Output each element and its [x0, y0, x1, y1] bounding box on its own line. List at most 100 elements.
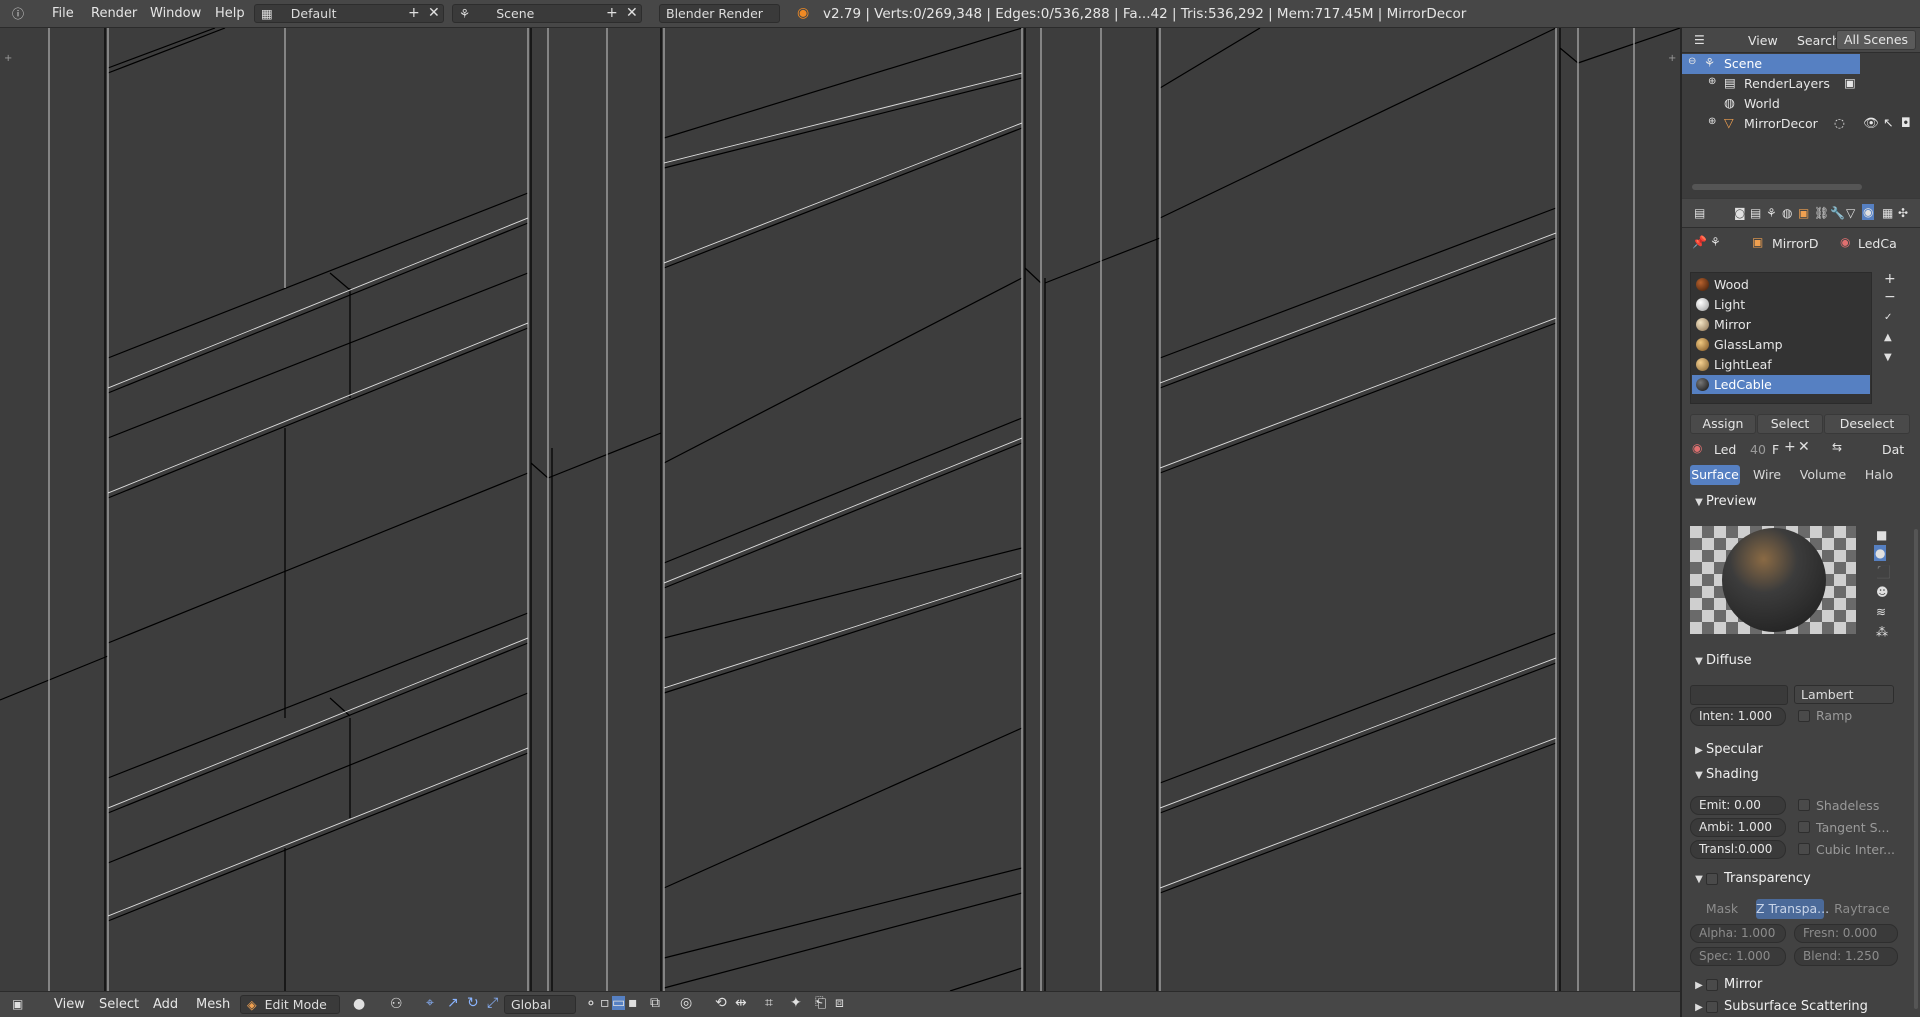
viewport-shading-icon[interactable]: ●	[353, 997, 365, 1011]
properties-scrollbar[interactable]	[1914, 529, 1918, 1009]
orientation-selector[interactable]: Global	[504, 995, 576, 1014]
outliner-display-filter[interactable]: All Scenes	[1836, 30, 1916, 50]
panel-mirror-header[interactable]: ▶ Mirror	[1682, 977, 1920, 999]
outliner-item-world[interactable]: ◍ World	[1682, 94, 1920, 114]
world-tab-icon[interactable]: ◍	[1782, 206, 1792, 220]
pivot-point-icon[interactable]: ⚇	[390, 997, 403, 1011]
diffuse-color-swatch[interactable]	[1690, 685, 1788, 705]
render-animation-icon[interactable]: ⎗	[815, 996, 826, 1010]
pin-icon[interactable]: ⧈	[835, 996, 844, 1010]
cursor-icon[interactable]: ↖	[1883, 115, 1893, 130]
outliner-search-menu[interactable]: Search	[1797, 33, 1840, 48]
tab-halo[interactable]: Halo	[1854, 465, 1904, 485]
add-screen-icon[interactable]: +	[408, 6, 420, 20]
outliner-item-renderlayers[interactable]: ⊕ ▤ RenderLayers ▣	[1682, 74, 1920, 94]
scale-icon[interactable]: ⤢	[487, 996, 498, 1010]
select-button[interactable]: Select	[1757, 414, 1823, 434]
ambient-field[interactable]: Ambi: 1.000	[1690, 818, 1786, 837]
expand-icon[interactable]: ⊕	[1708, 116, 1716, 127]
preview-sphere-icon[interactable]: ●	[1874, 545, 1887, 561]
edge-select-icon[interactable]: ▭	[612, 996, 626, 1010]
outliner-item-mirrordecor[interactable]: ⊕ ▽ MirrorDecor ◌ 👁 ↖ ◘	[1682, 114, 1920, 134]
new-datablock-icon[interactable]: +	[1784, 440, 1796, 454]
emit-field[interactable]: Emit: 0.00	[1690, 796, 1786, 815]
modifiers-tab-icon[interactable]: 🔧	[1830, 206, 1845, 220]
preview-monkey-icon[interactable]: ☻	[1876, 585, 1889, 599]
tab-mask[interactable]: Mask	[1690, 899, 1754, 919]
datablock-name[interactable]: Led	[1714, 442, 1736, 457]
preview-cube-icon[interactable]: ⬛	[1876, 565, 1891, 579]
context-object-name[interactable]: MirrorD	[1772, 236, 1818, 251]
panel-diffuse-header[interactable]: ▼ Diffuse	[1682, 653, 1920, 675]
tab-volume[interactable]: Volume	[1794, 465, 1852, 485]
menu-mesh[interactable]: Mesh	[196, 997, 230, 1012]
data-tab-icon[interactable]: ▽	[1846, 206, 1855, 220]
snap-element-icon[interactable]: ⇹	[735, 996, 747, 1010]
panel-sss-header[interactable]: ▶ Subsurface Scattering	[1682, 999, 1920, 1017]
render-tab-icon[interactable]: ◙	[1734, 206, 1746, 220]
diffuse-intensity-field[interactable]: Inten: 1.000	[1690, 707, 1786, 726]
material-tab-icon[interactable]: ◉	[1862, 204, 1875, 220]
rotate-icon[interactable]: ↻	[467, 996, 479, 1010]
menu-window[interactable]: Window	[150, 6, 201, 21]
snap-icon[interactable]: ⟲	[715, 996, 727, 1010]
limit-selection-icon[interactable]: ⧉	[650, 996, 660, 1010]
object-tab-icon[interactable]: ▣	[1798, 206, 1809, 220]
remove-slot-icon[interactable]: −	[1884, 290, 1896, 304]
panel-transparency-header[interactable]: ▼ Transparency	[1682, 871, 1920, 893]
pin-icon[interactable]: 📌	[1692, 235, 1707, 249]
3d-viewport[interactable]: + +	[0, 28, 1680, 991]
menu-help[interactable]: Help	[215, 6, 245, 21]
face-select-icon[interactable]: ▪	[628, 996, 638, 1010]
editor-type-icon[interactable]: ▣	[12, 997, 23, 1011]
sss-checkbox[interactable]	[1706, 1000, 1718, 1013]
preview-sphere-sky-icon[interactable]: ⁂	[1876, 625, 1888, 639]
cubic-interpolation-checkbox[interactable]	[1798, 843, 1810, 855]
expand-icon[interactable]: ⊕	[1708, 76, 1716, 87]
expand-icon[interactable]: ⊖	[1688, 56, 1696, 67]
vertex-select-icon[interactable]: ▫	[600, 996, 610, 1010]
render-toggle-icon[interactable]: ▣	[1844, 75, 1856, 90]
material-slot[interactable]: LightLeaf	[1692, 355, 1870, 374]
mirror-checkbox[interactable]	[1706, 978, 1718, 991]
panel-specular-header[interactable]: ▶ Specular	[1682, 742, 1920, 764]
viewport-corner-plus-right-icon[interactable]: +	[1668, 52, 1676, 66]
outliner-type-icon[interactable]: ☰	[1694, 33, 1705, 47]
tab-z-transparency[interactable]: Z Transpa...	[1756, 899, 1829, 919]
mode-selector[interactable]: ◈ Edit Mode	[240, 995, 340, 1014]
constraints-tab-icon[interactable]: ⛓	[1814, 206, 1829, 220]
assign-button[interactable]: Assign	[1690, 414, 1756, 434]
material-slot[interactable]: Light	[1692, 295, 1870, 314]
menu-add[interactable]: Add	[153, 997, 178, 1012]
menu-select[interactable]: Select	[99, 997, 139, 1012]
diffuse-shader-selector[interactable]: Lambert	[1794, 685, 1894, 704]
translate-icon[interactable]: ↗	[447, 996, 459, 1010]
menu-view[interactable]: View	[54, 997, 85, 1012]
material-slot[interactable]: Wood	[1692, 275, 1870, 294]
outliner-scrollbar[interactable]	[1692, 184, 1862, 190]
delete-scene-icon[interactable]: ✕	[626, 6, 638, 20]
material-slot[interactable]: Mirror	[1692, 315, 1870, 334]
viewport-corner-plus-icon[interactable]: +	[4, 52, 12, 66]
proportional-edit-icon[interactable]: ◎	[680, 996, 692, 1010]
delete-screen-icon[interactable]: ✕	[428, 6, 440, 20]
add-slot-icon[interactable]: +	[1884, 272, 1896, 286]
link-type-icon[interactable]: ⇆	[1832, 440, 1842, 454]
panel-shading-header[interactable]: ▼ Shading	[1682, 767, 1920, 789]
context-material-name[interactable]: LedCa	[1858, 236, 1897, 251]
fake-user-toggle[interactable]: F	[1772, 442, 1779, 457]
outliner-view-menu[interactable]: View	[1748, 33, 1778, 48]
menu-file[interactable]: File	[52, 6, 74, 21]
camera-icon[interactable]: ◘	[1901, 115, 1911, 130]
slot-specials-icon[interactable]: ✓	[1884, 311, 1892, 325]
fresnel-field[interactable]: Fresn: 0.000	[1794, 924, 1898, 943]
deselect-button[interactable]: Deselect	[1824, 414, 1910, 434]
translucency-field[interactable]: Transl:0.000	[1690, 840, 1786, 859]
render-layers-tab-icon[interactable]: ▤	[1750, 206, 1761, 220]
manipulator-icon[interactable]: ⌖	[426, 996, 434, 1010]
eye-icon[interactable]: 👁	[1863, 115, 1879, 131]
preview-flat-icon[interactable]: ■	[1876, 528, 1887, 542]
alpha-field[interactable]: Alpha: 1.000	[1690, 924, 1786, 943]
texture-tab-icon[interactable]: ▦	[1882, 206, 1893, 220]
render-engine-selector[interactable]: Blender Render	[659, 4, 780, 23]
